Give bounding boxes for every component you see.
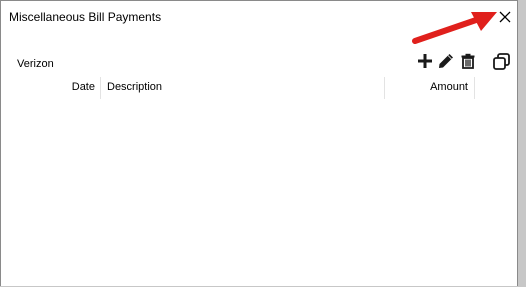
column-header-amount[interactable]: Amount [391, 81, 468, 93]
delete-button[interactable] [458, 51, 478, 71]
column-divider[interactable] [474, 77, 475, 99]
add-button[interactable] [415, 51, 435, 71]
close-button[interactable] [492, 4, 518, 30]
plus-icon [418, 54, 432, 68]
column-header-date[interactable]: Date [41, 81, 95, 93]
copy-button[interactable] [491, 51, 511, 71]
edit-button[interactable] [436, 51, 456, 71]
pencil-icon [439, 54, 453, 68]
column-header-description[interactable]: Description [107, 81, 162, 93]
account-name: Verizon [17, 58, 54, 70]
column-divider[interactable] [100, 77, 101, 99]
bill-payments-window: Miscellaneous Bill Payments Verizon Date… [0, 0, 518, 286]
copy-icon [492, 52, 510, 70]
trash-icon [461, 53, 475, 69]
column-divider[interactable] [384, 77, 385, 99]
title-bar[interactable]: Miscellaneous Bill Payments [1, 1, 517, 33]
table-header: Date Description Amount [1, 75, 517, 99]
window-title: Miscellaneous Bill Payments [9, 10, 162, 24]
close-icon [499, 11, 511, 23]
payments-list[interactable] [1, 99, 517, 287]
